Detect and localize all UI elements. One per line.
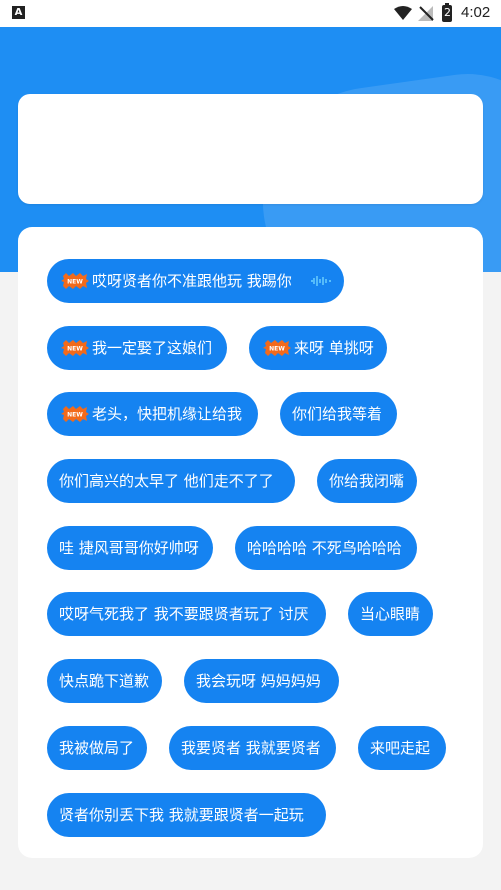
phrase-label: 我要贤者 我就要贤者 [181,739,321,757]
sound-wave-icon [311,276,331,286]
phrase-label: 当心眼睛 [360,605,421,623]
phrase-button[interactable]: 快点跪下道歉 [47,659,162,703]
phrase-button[interactable]: 贤者你别丢下我 我就要跟贤者一起玩 [47,793,326,837]
wifi-icon [394,6,412,20]
phrase-button[interactable]: NEW 来呀 单挑呀 [249,326,387,370]
phrase-button[interactable]: 你给我闭嘴 [317,459,417,503]
phrase-label: 哎呀贤者你不准跟他玩 我踢你 [92,272,292,290]
phrase-button[interactable]: 你们给我等着 [280,392,397,436]
new-badge-icon: NEW [61,406,89,422]
phrase-button[interactable]: 哇 捷风哥哥你好帅呀 [47,526,213,570]
phrase-button[interactable]: NEW 老头，快把机缘让给我 [47,392,258,436]
phrase-label: 来吧走起 [370,739,431,757]
phrase-list-card: NEW 哎呀贤者你不准跟他玩 我踢你 NEW 我一定娶了这娘们 NEW 来呀 单… [18,227,483,858]
new-badge-text: NEW [269,346,285,353]
new-badge-text: NEW [67,279,83,286]
phrase-button[interactable]: 哎呀气死我了 我不要跟贤者玩了 讨厌 [47,592,326,636]
phrase-label: 哈哈哈哈 不死鸟哈哈哈 [247,539,402,557]
phrase-button[interactable]: 来吧走起 [358,726,446,770]
status-time: 4:02 [461,4,491,21]
phrase-label: 你给我闭嘴 [329,472,405,490]
phrase-button[interactable]: 你们高兴的太早了 他们走不了了 [47,459,295,503]
phrase-label: 我会玩呀 妈妈妈妈 [196,672,321,690]
phrase-button[interactable]: 我被做局了 [47,726,147,770]
phrase-label: 你们高兴的太早了 他们走不了了 [59,472,274,490]
phrase-label: 贤者你别丢下我 我就要跟贤者一起玩 [59,806,304,824]
phrase-label: 哎呀气死我了 我不要跟贤者玩了 讨厌 [59,605,309,623]
phrase-button[interactable]: 我会玩呀 妈妈妈妈 [184,659,339,703]
phrase-label: 来呀 单挑呀 [294,339,374,357]
battery-charging-icon: 2 [442,3,452,22]
phrase-button[interactable]: NEW 哎呀贤者你不准跟他玩 我踢你 [47,259,344,303]
new-badge-icon: NEW [61,273,89,289]
phrase-button[interactable]: 我要贤者 我就要贤者 [169,726,336,770]
phrase-label: 老头，快把机缘让给我 [92,405,243,423]
phrase-button[interactable]: 哈哈哈哈 不死鸟哈哈哈 [235,526,417,570]
phrase-label: 你们给我等着 [292,405,383,423]
new-badge-text: NEW [67,412,83,419]
phrase-label: 我被做局了 [59,739,135,757]
phrase-button[interactable]: 当心眼睛 [348,592,433,636]
phrase-label: 哇 捷风哥哥你好帅呀 [59,539,199,557]
new-badge-text: NEW [67,346,83,353]
notification-app-icon: A [12,6,25,19]
top-card [18,94,483,204]
new-badge-icon: NEW [61,340,89,356]
phrase-button[interactable]: NEW 我一定娶了这娘们 [47,326,227,370]
status-bar: A 2 4:02 [0,0,501,27]
new-badge-icon: NEW [263,340,291,356]
battery-level: 2 [444,6,451,19]
phrase-label: 快点跪下道歉 [59,672,150,690]
no-signal-icon [418,6,434,21]
phrase-label: 我一定娶了这娘们 [92,339,213,357]
